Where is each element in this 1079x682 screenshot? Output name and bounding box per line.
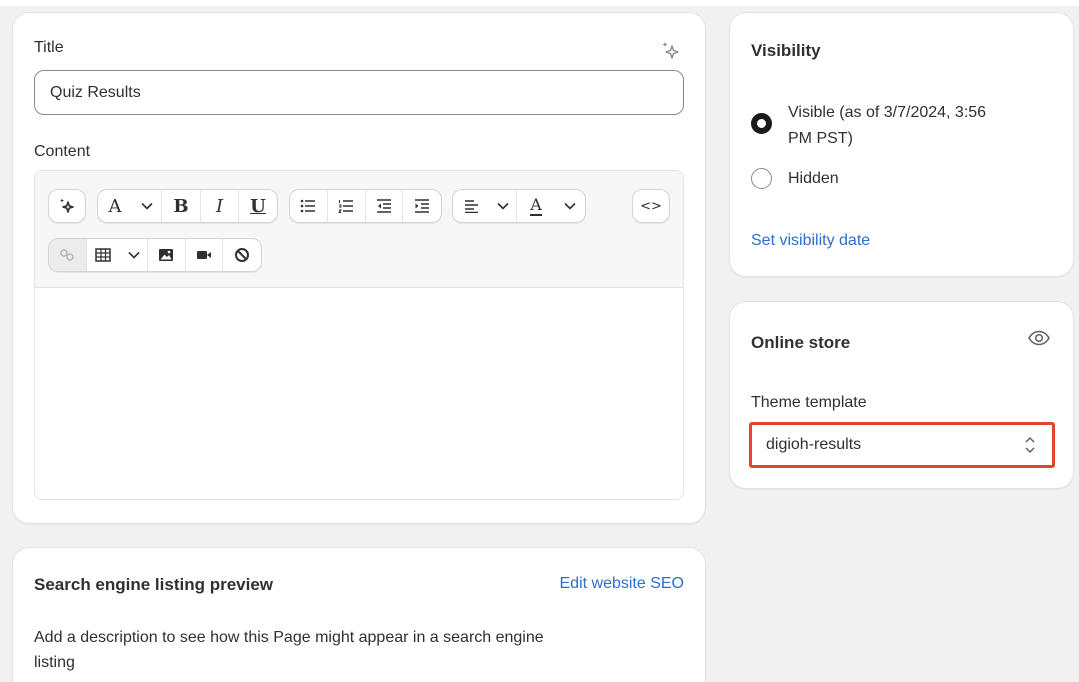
table-dropdown[interactable] [120, 239, 149, 271]
link-button[interactable] [49, 239, 87, 271]
online-store-card: Online store Theme template digioh-resul… [730, 302, 1073, 488]
table-button[interactable] [87, 239, 121, 271]
theme-template-select[interactable]: digioh-results [749, 422, 1055, 468]
clear-format-button[interactable] [223, 239, 261, 271]
underline-icon: U [250, 195, 266, 217]
select-arrows-icon [1024, 435, 1036, 460]
visible-option-text: Visible (as of 3/7/2024, 3:56 PM PST) [788, 100, 986, 152]
numbered-list-button[interactable] [328, 190, 366, 222]
content-label: Content [34, 143, 91, 160]
align-dropdown[interactable] [489, 190, 517, 222]
link-icon [60, 249, 75, 261]
ai-sparkle-icon [60, 198, 74, 213]
visibility-option-hidden[interactable]: Hidden [751, 168, 839, 189]
text-color-button[interactable]: A [517, 190, 555, 222]
theme-template-label: Theme template [751, 394, 867, 411]
italic-button[interactable]: I [201, 190, 239, 222]
chevron-down-icon [496, 202, 509, 210]
seo-card: Search engine listing preview Edit websi… [13, 548, 705, 682]
radio-visible[interactable] [751, 113, 772, 134]
indent-button[interactable] [403, 190, 441, 222]
table-icon [95, 248, 112, 262]
text-color-dropdown[interactable] [555, 190, 585, 222]
font-format-dropdown[interactable] [132, 190, 162, 222]
top-strip [0, 0, 1079, 6]
underline-button[interactable]: U [239, 190, 277, 222]
editor-toolbar: A B I U A <> [35, 171, 683, 288]
rich-text-editor: A B I U A <> [34, 170, 684, 500]
online-store-heading: Online store [751, 333, 851, 352]
outdent-icon [376, 199, 391, 213]
toolbar-group-lists [289, 189, 442, 223]
font-format-button[interactable]: A [98, 190, 132, 222]
toolbar-group-align: A [452, 189, 586, 223]
chevron-down-icon [564, 202, 576, 210]
text-color-icon: A [530, 195, 542, 216]
bold-button[interactable]: B [162, 190, 201, 222]
code-view-button[interactable]: <> [633, 190, 669, 222]
indent-icon [415, 199, 430, 213]
seo-description-line1: Add a description to see how this Page m… [34, 629, 544, 646]
theme-template-select-inner: digioh-results [752, 425, 1052, 465]
code-view-icon: <> [640, 198, 662, 214]
title-input[interactable]: Quiz Results [34, 70, 684, 115]
visibility-heading: Visibility [751, 41, 821, 60]
toolbar-group-ai [48, 189, 86, 223]
radio-hidden[interactable] [751, 168, 772, 189]
ai-generate-button[interactable] [49, 190, 85, 222]
visibility-card: Visibility Visible (as of 3/7/2024, 3:56… [730, 13, 1073, 276]
italic-icon: I [215, 195, 224, 217]
toolbar-group-code: <> [632, 189, 670, 223]
visible-option-line2: PM PST) [788, 130, 853, 147]
bullet-list-button[interactable] [290, 190, 328, 222]
numbered-list-icon [338, 200, 354, 213]
page-form-card: Title Quiz Results Content A B I U A <> [13, 13, 705, 523]
chevron-down-icon [128, 251, 140, 259]
eye-icon[interactable] [1028, 330, 1050, 351]
seo-description-line2: listing [34, 654, 75, 671]
toolbar-group-format: A B I U [97, 189, 278, 223]
align-icon [464, 199, 478, 213]
hidden-option-text: Hidden [788, 169, 839, 187]
outdent-button[interactable] [366, 190, 404, 222]
ai-sparkle-icon[interactable] [660, 40, 682, 62]
edit-seo-link[interactable]: Edit website SEO [560, 575, 685, 593]
video-button[interactable] [186, 239, 224, 271]
set-visibility-date-link[interactable]: Set visibility date [751, 232, 870, 250]
title-label: Title [34, 39, 64, 56]
align-button[interactable] [453, 190, 489, 222]
clear-format-icon [235, 248, 250, 262]
bold-icon: B [173, 195, 189, 217]
visible-option-line1: Visible (as of 3/7/2024, 3:56 [788, 104, 987, 121]
chevron-down-icon [140, 202, 153, 210]
image-button[interactable] [148, 239, 186, 271]
visibility-option-visible[interactable]: Visible (as of 3/7/2024, 3:56 PM PST) [751, 100, 986, 152]
text-format-icon: A [108, 195, 122, 217]
video-icon [197, 251, 212, 259]
image-icon [159, 249, 174, 261]
theme-template-value: digioh-results [766, 436, 862, 453]
editor-content-area[interactable] [35, 288, 683, 499]
title-input-value: Quiz Results [50, 83, 141, 101]
seo-heading: Search engine listing preview [34, 575, 274, 594]
toolbar-group-insert [48, 238, 262, 272]
bullet-list-icon [301, 199, 316, 213]
